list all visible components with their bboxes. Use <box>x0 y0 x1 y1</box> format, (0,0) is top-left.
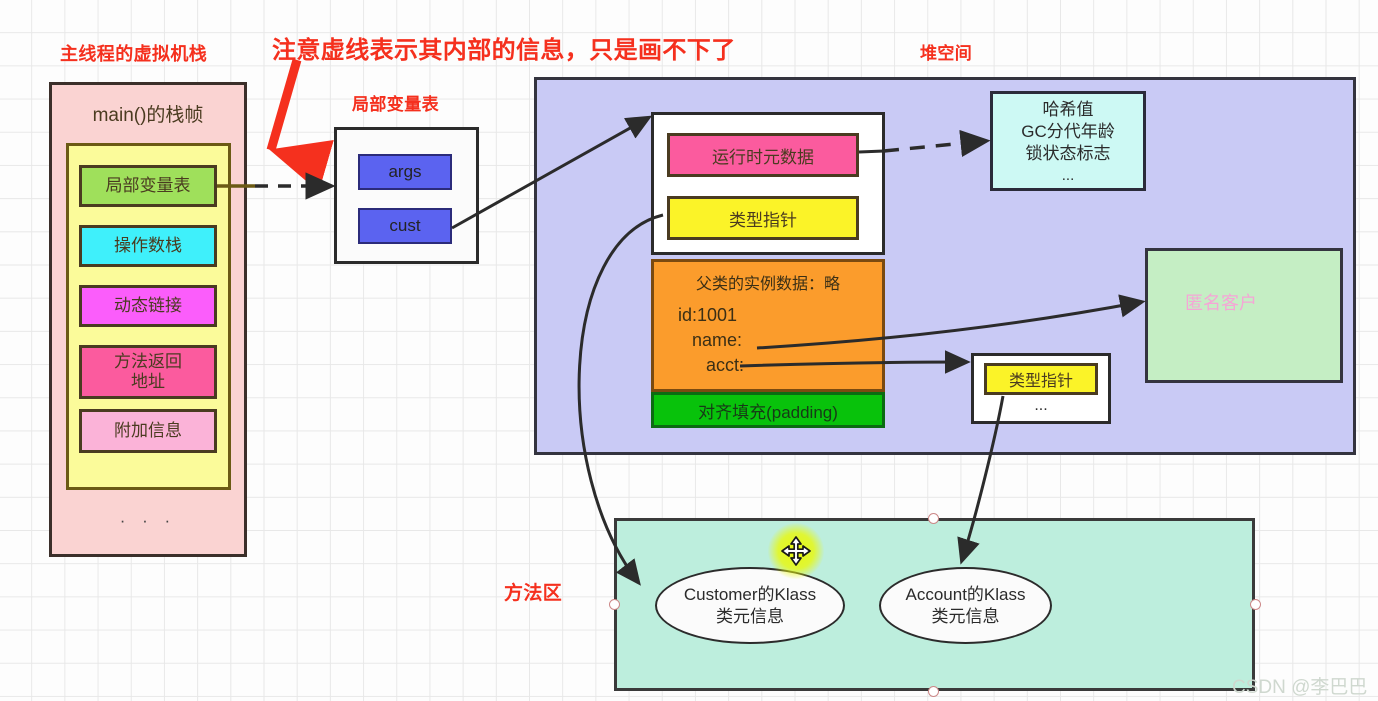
runtime-metadata-box: 运行时元数据 <box>667 133 859 177</box>
selection-handle-top[interactable] <box>928 513 939 524</box>
stack-ellipsis: · · · <box>119 511 177 530</box>
cursor-highlight <box>768 523 824 579</box>
frame-slot-operand-stack-label: 操作数栈 <box>114 236 182 256</box>
customer-klass-oval: Customer的Klass 类元信息 <box>655 567 845 644</box>
annotation-note: 注意虚线表示其内部的信息，只是画不下了 <box>272 37 736 64</box>
alignment-padding-label: 对齐填充(padding) <box>698 402 838 422</box>
frame-slot-dynamic-link: 动态链接 <box>79 285 217 327</box>
frame-slot-local-var-table-label: 局部变量表 <box>105 176 191 196</box>
instance-data-id: id:1001 <box>678 305 738 325</box>
selection-handle-bottom[interactable] <box>928 686 939 697</box>
customer-klass-line2: 类元信息 <box>716 606 784 626</box>
frame-slot-dynamic-link-label: 动态链接 <box>114 296 182 316</box>
mark-word-gc-age: GC分代年龄 <box>1021 121 1115 141</box>
csdn-watermark: CSDN @李巴巴 <box>1232 677 1368 698</box>
selection-handle-left[interactable] <box>609 599 620 610</box>
customer-type-pointer-box: 类型指针 <box>667 196 859 240</box>
annotation-pointer-arrow <box>266 58 334 192</box>
mark-word-hash: 哈希值 <box>1042 99 1094 119</box>
account-klass-line2: 类元信息 <box>931 606 1000 626</box>
customer-klass-line1: Customer的Klass <box>683 585 817 605</box>
frame-slot-return-address-line2: 地址 <box>131 372 165 391</box>
mark-word-lock-state: 锁状态标志 <box>1025 144 1111 164</box>
mark-word-ellipsis: ... <box>1061 167 1075 185</box>
account-object-ellipsis: ... <box>1034 397 1048 414</box>
label-stack: 主线程的虚拟机栈 <box>60 44 208 64</box>
frame-slot-operand-stack: 操作数栈 <box>79 225 217 267</box>
frame-slot-local-var-table: 局部变量表 <box>79 165 217 207</box>
local-var-args-label: args <box>388 162 422 181</box>
frame-slot-extra-info-label: 附加信息 <box>114 421 182 441</box>
account-klass-oval: Account的Klass 类元信息 <box>879 567 1052 644</box>
stack-frame-title: main()的栈帧 <box>92 104 204 126</box>
account-klass-line1: Account的Klass <box>905 585 1026 605</box>
local-var-args: args <box>358 154 452 190</box>
runtime-metadata-label: 运行时元数据 <box>712 147 814 167</box>
instance-data-parent: 父类的实例数据：略 <box>695 276 840 293</box>
string-constant-pool-box <box>1145 248 1343 383</box>
mark-word-detail-box: 哈希值 GC分代年龄 锁状态标志 ... <box>990 91 1146 191</box>
string-pool-value: 匿名客户 <box>1185 293 1257 313</box>
frame-slot-extra-info: 附加信息 <box>79 409 217 453</box>
instance-data-name: name: <box>692 330 743 350</box>
label-method-area: 方法区 <box>504 583 563 604</box>
account-type-pointer-box: 类型指针 <box>984 363 1098 395</box>
frame-slot-return-address-line1: 方法返回 <box>114 352 182 372</box>
alignment-padding-box: 对齐填充(padding) <box>651 392 885 428</box>
customer-type-pointer-label: 类型指针 <box>729 210 797 230</box>
instance-data-box: 父类的实例数据：略 id:1001 name: acct: <box>651 259 885 392</box>
instance-data-acct: acct: <box>706 355 745 375</box>
selection-handle-right[interactable] <box>1250 599 1261 610</box>
local-var-cust-label: cust <box>389 216 421 235</box>
diagram-canvas: 注意虚线表示其内部的信息，只是画不下了 主线程的虚拟机栈 局部变量表 堆空间 n… <box>0 0 1378 701</box>
local-var-cust: cust <box>358 208 452 244</box>
label-heap: 堆空间 <box>920 44 973 63</box>
frame-slot-return-address: 方法返回 地址 <box>79 345 217 399</box>
label-local-var-table: 局部变量表 <box>352 95 439 114</box>
account-type-pointer-label: 类型指针 <box>1008 373 1073 390</box>
